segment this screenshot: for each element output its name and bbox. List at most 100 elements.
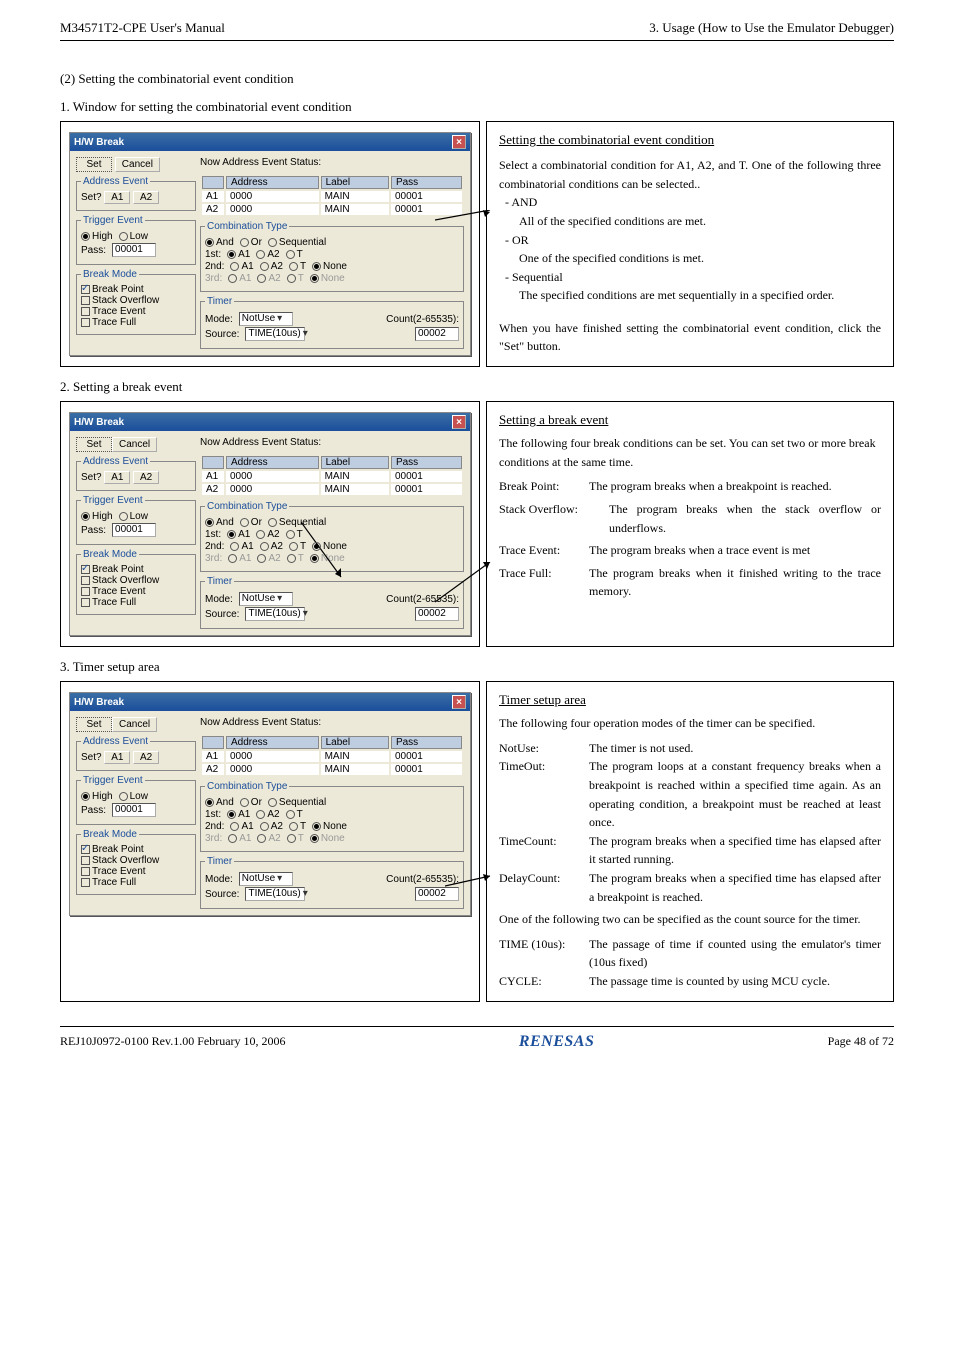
th-address: Address: [226, 176, 319, 189]
right-panel-2: Setting a break event The following four…: [486, 401, 894, 647]
section-sub-3: 3. Timer setup area: [60, 659, 894, 675]
low-radio[interactable]: [119, 232, 128, 241]
cancel-button[interactable]: Cancel: [112, 717, 157, 732]
close-icon[interactable]: ×: [452, 415, 466, 429]
trigger-event-group: Trigger Event High Low Pass: 00001: [76, 215, 196, 265]
setq-label: Set?: [81, 192, 102, 203]
dialog-titlebar[interactable]: H/W Break×: [70, 693, 470, 711]
a2-button[interactable]: A2: [133, 191, 159, 204]
r1-p1: Select a combinatorial condition for A1,…: [499, 156, 881, 193]
timer-legend: Timer: [205, 296, 234, 307]
bp-check[interactable]: [81, 285, 90, 294]
r3-title: Timer setup area: [499, 690, 881, 710]
section-sub-2: 2. Setting a break event: [60, 379, 894, 395]
or-radio[interactable]: [240, 238, 249, 247]
pass-label: Pass:: [81, 245, 106, 256]
pass-input[interactable]: 00001: [112, 803, 156, 817]
dialog-titlebar[interactable]: H/W Break ×: [70, 133, 470, 151]
close-icon[interactable]: ×: [452, 695, 466, 709]
bp-check[interactable]: [81, 845, 90, 854]
renesas-logo: RENESAS: [519, 1033, 595, 1051]
r1-p2: When you have finished setting the combi…: [499, 319, 881, 356]
combination-group: Combination Type And Or Sequential 1st: …: [200, 221, 464, 292]
header-left: M34571T2-CPE User's Manual: [60, 20, 225, 36]
header-right: 3. Usage (How to Use the Emulator Debugg…: [649, 20, 894, 36]
hw-break-dialog: H/W Break × Set Cancel Address Event Set…: [69, 132, 471, 356]
a1-button[interactable]: A1: [104, 751, 130, 764]
count-input[interactable]: 00002: [415, 327, 459, 341]
hw-break-dialog-3: H/W Break× SetCancel Address Event Set? …: [69, 692, 471, 916]
address-event-legend: Address Event: [81, 176, 150, 187]
te-check[interactable]: [81, 587, 90, 596]
dialog-title: H/W Break: [74, 137, 124, 148]
page-header: M34571T2-CPE User's Manual 3. Usage (How…: [60, 0, 894, 41]
left-panel-1: H/W Break × Set Cancel Address Event Set…: [60, 121, 480, 367]
combination-legend: Combination Type: [205, 221, 289, 232]
source-select[interactable]: TIME(10us): [245, 887, 305, 901]
second-none[interactable]: [312, 262, 321, 271]
second-t[interactable]: [289, 262, 298, 271]
table-row: A10000MAIN00001: [202, 191, 462, 202]
mode-select[interactable]: NotUse: [239, 872, 293, 886]
set-button[interactable]: Set: [76, 437, 112, 452]
right-panel-1: Setting the combinatorial event conditio…: [486, 121, 894, 367]
status-label: Now Address Event Status:: [200, 157, 464, 168]
address-event-group: Address Event Set? A1 A2: [76, 176, 196, 211]
tf-check[interactable]: [81, 318, 90, 327]
footer-right: Page 48 of 72: [828, 1034, 894, 1049]
table-row: A20000MAIN00001: [202, 204, 462, 215]
count-input[interactable]: 00002: [415, 887, 459, 901]
source-select[interactable]: TIME(10us): [245, 327, 305, 341]
block-3: H/W Break× SetCancel Address Event Set? …: [60, 681, 894, 1001]
so-check[interactable]: [81, 576, 90, 585]
a1-button[interactable]: A1: [104, 191, 130, 204]
first-a1[interactable]: [227, 250, 236, 259]
tf-check[interactable]: [81, 878, 90, 887]
pass-input[interactable]: 00001: [112, 243, 156, 257]
high-radio[interactable]: [81, 232, 90, 241]
dialog-titlebar[interactable]: H/W Break×: [70, 413, 470, 431]
source-select[interactable]: TIME(10us): [245, 607, 305, 621]
so-check[interactable]: [81, 856, 90, 865]
trigger-event-legend: Trigger Event: [81, 215, 145, 226]
a2-button[interactable]: A2: [133, 751, 159, 764]
block-2: H/W Break× SetCancel Address Event Set? …: [60, 401, 894, 647]
section-title: (2) Setting the combinatorial event cond…: [60, 71, 894, 87]
first-t[interactable]: [286, 250, 295, 259]
footer-left: REJ10J0972-0100 Rev.1.00 February 10, 20…: [60, 1034, 286, 1049]
th-pass: Pass: [391, 176, 462, 189]
right-panel-3: Timer setup area The following four oper…: [486, 681, 894, 1001]
count-input[interactable]: 00002: [415, 607, 459, 621]
seq-radio[interactable]: [268, 238, 277, 247]
second-a1[interactable]: [230, 262, 239, 271]
mode-select[interactable]: NotUse: [239, 312, 293, 326]
break-mode-group: Break Mode Break Point Stack Overflow Tr…: [76, 269, 196, 335]
cancel-button[interactable]: Cancel: [115, 157, 160, 172]
close-icon[interactable]: ×: [452, 135, 466, 149]
timer-group: Timer Mode: NotUse Count(2-65535): Sourc…: [200, 296, 464, 349]
te-check[interactable]: [81, 307, 90, 316]
a1-button[interactable]: A1: [104, 471, 130, 484]
r2-title: Setting a break event: [499, 410, 881, 430]
set-button[interactable]: Set: [76, 157, 112, 172]
tf-check[interactable]: [81, 598, 90, 607]
and-radio[interactable]: [205, 238, 214, 247]
bp-check[interactable]: [81, 565, 90, 574]
left-panel-3: H/W Break× SetCancel Address Event Set? …: [60, 681, 480, 1001]
pass-input[interactable]: 00001: [112, 523, 156, 537]
so-check[interactable]: [81, 296, 90, 305]
te-check[interactable]: [81, 867, 90, 876]
mode-select[interactable]: NotUse: [239, 592, 293, 606]
section-sub-1: 1. Window for setting the combinatorial …: [60, 99, 894, 115]
status-table: AddressLabelPass A10000MAIN00001 A20000M…: [200, 174, 464, 217]
left-panel-2: H/W Break× SetCancel Address Event Set? …: [60, 401, 480, 647]
set-button[interactable]: Set: [76, 717, 112, 732]
first-a2[interactable]: [256, 250, 265, 259]
second-a2[interactable]: [260, 262, 269, 271]
th-label: Label: [321, 176, 389, 189]
cancel-button[interactable]: Cancel: [112, 437, 157, 452]
page-footer: REJ10J0972-0100 Rev.1.00 February 10, 20…: [60, 1026, 894, 1071]
a2-button[interactable]: A2: [133, 471, 159, 484]
block-1: H/W Break × Set Cancel Address Event Set…: [60, 121, 894, 367]
r1-title: Setting the combinatorial event conditio…: [499, 130, 881, 150]
